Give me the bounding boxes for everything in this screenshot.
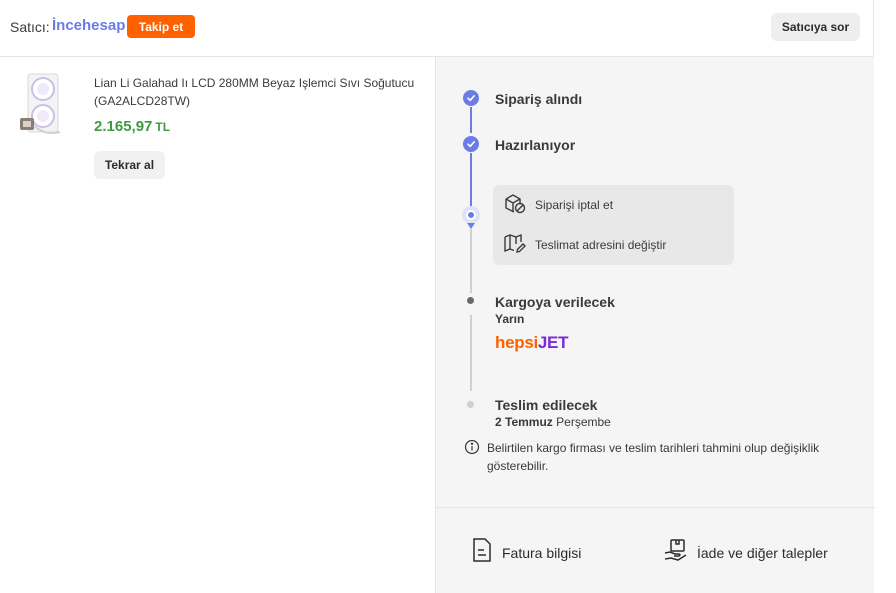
ship-date: Yarın [495,312,525,326]
timeline-line-pending [470,229,472,293]
returns-requests-label: İade ve diğer talepler [697,544,828,561]
timeline-line-active [470,153,472,213]
product-image[interactable] [16,72,76,140]
step-order-received: Sipariş alındı [495,91,583,107]
step-to-be-shipped: Kargoya verilecek [495,294,615,310]
delivery-date: 2 Temmuz Perşembe [495,415,611,429]
invoice-info-label: Fatura bilgisi [502,544,582,561]
step-dot [467,401,474,408]
change-address-label: Teslimat adresini değiştir [535,238,667,252]
cancel-order-label: Siparişi iptal et [535,198,614,212]
order-actions-box: Siparişi iptal et Teslimat adresini deği… [493,185,734,265]
seller-header: Satıcı: İncehesap Takip et Satıcıya sor [0,0,874,57]
product-price: 2.165,97 TL [94,118,170,135]
ask-seller-button[interactable]: Satıcıya sor [771,13,860,41]
check-icon [463,90,479,106]
info-icon [464,439,480,475]
follow-button[interactable]: Takip et [127,15,195,38]
change-address-action[interactable]: Teslimat adresini değiştir [503,233,666,257]
step-preparing: Hazırlanıyor [495,137,576,153]
shipping-info-note: Belirtilen kargo firması ve teslim tarih… [464,439,844,475]
chevron-down-icon [467,223,475,229]
order-tracking-panel: Sipariş alındı Hazırlanıyor Siparişi ipt… [435,57,875,593]
seller-name-link[interactable]: İncehesap [52,17,125,34]
cancel-order-action[interactable]: Siparişi iptal et [503,193,613,217]
invoice-icon [470,537,494,568]
map-edit-icon [503,231,527,260]
product-title[interactable]: Lian Li Galahad Iı LCD 280MM Beyaz Işlem… [94,74,424,110]
step-dot [467,297,474,304]
delivery-date-weekday: Perşembe [556,415,611,429]
return-package-icon [663,537,689,568]
check-icon [463,136,479,152]
step-to-be-delivered: Teslim edilecek [495,397,598,413]
carrier-logo: hepsiJET [495,333,568,353]
invoice-info-link[interactable]: Fatura bilgisi [470,537,581,568]
current-step-marker [462,206,480,224]
returns-requests-link[interactable]: İade ve diğer talepler [663,537,828,568]
timeline-line-pending [470,315,472,391]
info-text: Belirtilen kargo firması ve teslim tarih… [487,441,820,473]
price-value: 2.165,97 [94,118,153,135]
timeline-line-done [470,107,472,133]
buy-again-button[interactable]: Tekrar al [94,151,165,179]
divider [436,507,875,508]
carrier-logo-part1: hepsi [495,333,538,352]
carrier-logo-part2: JET [537,333,569,352]
seller-label: Satıcı: [10,19,50,35]
cancel-package-icon [503,191,527,220]
delivery-date-day: 2 Temmuz [495,415,553,429]
price-currency: TL [155,120,171,134]
